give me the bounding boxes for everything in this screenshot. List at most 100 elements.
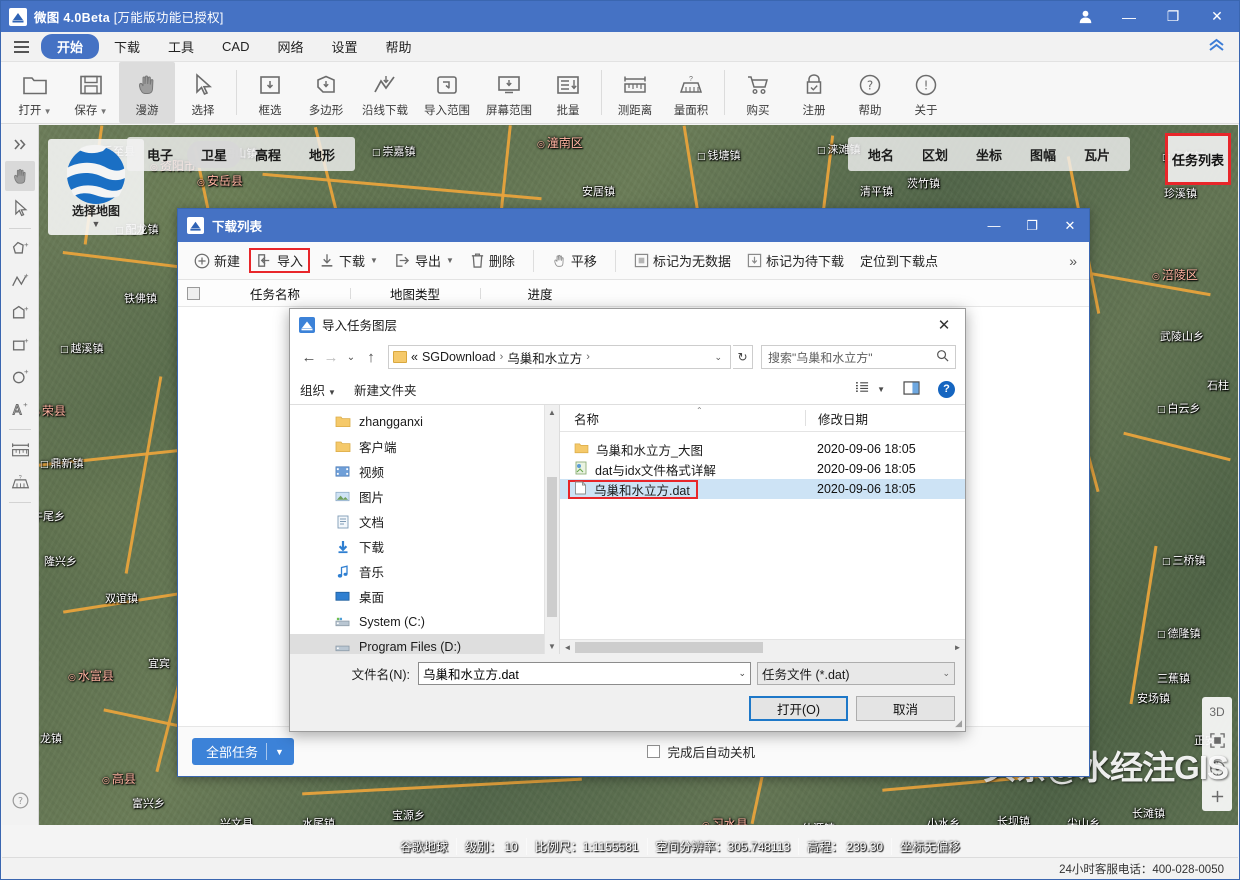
scrollbar-thumb[interactable] — [575, 642, 763, 653]
download-pan-button[interactable]: 平移 — [545, 248, 604, 273]
help-circle-icon[interactable]: ? — [5, 785, 35, 815]
download-minimize-button[interactable]: — — [975, 209, 1013, 242]
download-export-button[interactable]: 导出 ▼ — [387, 248, 461, 273]
menu-item-settings[interactable]: 设置 — [319, 34, 371, 59]
tool-save[interactable]: 保存 ▼ — [63, 62, 119, 123]
layer-tab-placename[interactable]: 地名 — [854, 141, 908, 168]
tool-screen-range[interactable]: 屏幕范围 — [478, 62, 540, 123]
tool-select[interactable]: 选择 — [175, 62, 231, 123]
column-modified-date[interactable]: 修改日期 — [805, 410, 868, 426]
layer-tab-electronic[interactable]: 电子 — [133, 141, 187, 168]
menu-item-cad[interactable]: CAD — [209, 36, 262, 57]
tool-import-range[interactable]: 导入范围 — [416, 62, 478, 123]
breadcrumb[interactable]: « SGDownload › 乌巢和水立方 › ⌄ — [388, 345, 731, 369]
zoom-in-icon[interactable] — [1206, 786, 1228, 806]
breadcrumb-item-sgdownload[interactable]: SGDownload — [422, 350, 496, 364]
tool-batch[interactable]: 批量 — [540, 62, 596, 123]
preview-pane-button[interactable] — [903, 381, 920, 398]
nav-item-videos[interactable]: 视频 — [290, 459, 559, 484]
cursor-arrow-icon[interactable] — [5, 193, 35, 223]
select-all-checkbox[interactable] — [187, 287, 200, 300]
tool-help[interactable]: ? 帮助 — [842, 62, 898, 123]
mark-as-nodata-button[interactable]: 标记为无数据 — [627, 248, 738, 273]
layer-tab-sheet[interactable]: 图幅 — [1016, 141, 1070, 168]
nav-item-pictures[interactable]: 图片 — [290, 484, 559, 509]
refresh-button[interactable]: ↻ — [733, 345, 753, 369]
menu-item-network[interactable]: 网络 — [265, 34, 317, 59]
download-download-button[interactable]: 下载 ▼ — [312, 248, 385, 273]
mark-as-pending-button[interactable]: 标记为待下载 — [740, 248, 851, 273]
polygon-add-icon[interactable]: + — [5, 234, 35, 264]
new-folder-button[interactable]: 新建文件夹 — [354, 380, 417, 399]
collapse-ribbon-icon[interactable] — [1208, 38, 1225, 56]
file-row-selected-dat[interactable]: 乌巢和水立方.dat 2020-09-06 18:05 — [560, 479, 965, 499]
pan-hand-icon[interactable] — [5, 161, 35, 191]
download-delete-button[interactable]: 删除 — [463, 248, 522, 273]
nav-item-documents[interactable]: 文档 — [290, 509, 559, 534]
recent-locations-button[interactable]: ⌄ — [343, 345, 359, 369]
chevron-down-icon[interactable]: ⌄ — [710, 352, 726, 363]
text-add-icon[interactable]: A+ — [5, 394, 35, 424]
forward-button[interactable]: → — [321, 345, 341, 369]
chevron-down-icon[interactable]: ⌄ — [732, 668, 746, 679]
scroll-right-arrow[interactable]: ► — [950, 643, 965, 652]
menu-item-help[interactable]: 帮助 — [373, 34, 425, 59]
chevron-down-icon[interactable]: ⌄ — [942, 668, 950, 679]
filename-input[interactable]: 乌巢和水立方.dat ⌄ — [418, 662, 751, 685]
chevron-down-icon[interactable]: ▼ — [370, 256, 378, 265]
layer-tab-satellite[interactable]: 卫星 — [187, 141, 241, 168]
auto-shutdown-checkbox[interactable]: 完成后自动关机 — [647, 742, 755, 761]
file-row-html[interactable]: dat与idx文件格式详解 2020-09-06 18:05 — [560, 459, 965, 479]
open-button[interactable]: 打开(O) — [749, 696, 848, 721]
menu-item-download[interactable]: 下载 — [101, 34, 153, 59]
window-minimize-button[interactable]: — — [1107, 1, 1151, 32]
layer-tab-terrain[interactable]: 地形 — [295, 141, 349, 168]
toolbar-overflow-button[interactable]: » — [1069, 253, 1089, 269]
view-options-button[interactable]: ▼ — [855, 381, 885, 397]
nav-item-downloads[interactable]: 下载 — [290, 534, 559, 559]
chevron-down-icon[interactable]: ▼ — [877, 385, 885, 394]
scroll-down-arrow[interactable]: ▼ — [545, 639, 559, 654]
tool-buy[interactable]: 购买 — [730, 62, 786, 123]
nav-pane-scrollbar[interactable]: ▲ ▼ — [544, 405, 559, 654]
nav-item-desktop[interactable]: 桌面 — [290, 584, 559, 609]
all-tasks-button[interactable]: 全部任务 ▼ — [192, 738, 294, 765]
nav-item-program-files-d[interactable]: Program Files (D:) — [290, 634, 559, 654]
scroll-up-arrow[interactable]: ▲ — [545, 405, 559, 420]
nav-item-system-c[interactable]: System (C:) — [290, 609, 559, 634]
cancel-button[interactable]: 取消 — [856, 696, 955, 721]
help-icon[interactable]: ? — [938, 381, 955, 398]
nav-item-zhangganxi[interactable]: zhangganxi — [290, 409, 559, 434]
polyline-add-icon[interactable]: + — [5, 266, 35, 296]
breadcrumb-item-current[interactable]: 乌巢和水立方 — [507, 348, 582, 367]
expand-icon[interactable] — [5, 129, 35, 159]
organize-button[interactable]: 组织▼ — [300, 380, 336, 399]
download-close-button[interactable]: ✕ — [1051, 209, 1089, 242]
shape-add-icon[interactable]: + — [5, 298, 35, 328]
locate-download-point-button[interactable]: 定位到下载点 — [853, 248, 945, 273]
tool-open[interactable]: 打开 ▼ — [7, 62, 63, 123]
window-maximize-button[interactable]: ❐ — [1151, 1, 1195, 32]
chevron-down-icon[interactable]: ▼ — [446, 256, 454, 265]
nav-item-music[interactable]: 音乐 — [290, 559, 559, 584]
nav-item-client[interactable]: 客户端 — [290, 434, 559, 459]
scroll-left-arrow[interactable]: ◄ — [560, 643, 575, 652]
rect-add-icon[interactable]: + — [5, 330, 35, 360]
file-row-folder[interactable]: 乌巢和水立方_大图 2020-09-06 18:05 — [560, 439, 965, 459]
layer-tab-elevation[interactable]: 高程 — [241, 141, 295, 168]
chevron-down-icon[interactable]: ▼ — [275, 747, 294, 757]
tool-about[interactable]: ! 关于 — [898, 62, 954, 123]
checkbox-box[interactable] — [647, 745, 660, 758]
column-task-name[interactable]: 任务名称 — [200, 284, 350, 303]
layer-tab-tile[interactable]: 瓦片 — [1070, 141, 1124, 168]
back-button[interactable]: ← — [299, 345, 319, 369]
tool-line-download[interactable]: 沿线下载 — [354, 62, 416, 123]
layer-tab-coordinate[interactable]: 坐标 — [962, 141, 1016, 168]
column-name[interactable]: 名称 — [560, 409, 805, 428]
window-close-button[interactable]: ✕ — [1195, 1, 1239, 32]
up-button[interactable]: ↑ — [361, 345, 381, 369]
tool-pan[interactable]: 漫游 — [119, 62, 175, 123]
download-maximize-button[interactable]: ❐ — [1013, 209, 1051, 242]
tool-polygon-select[interactable]: 多边形 — [298, 62, 354, 123]
file-list-pane[interactable]: ⌃ 名称 修改日期 乌巢和水立方_大图 2020-09-06 18:05 dat… — [560, 405, 965, 654]
